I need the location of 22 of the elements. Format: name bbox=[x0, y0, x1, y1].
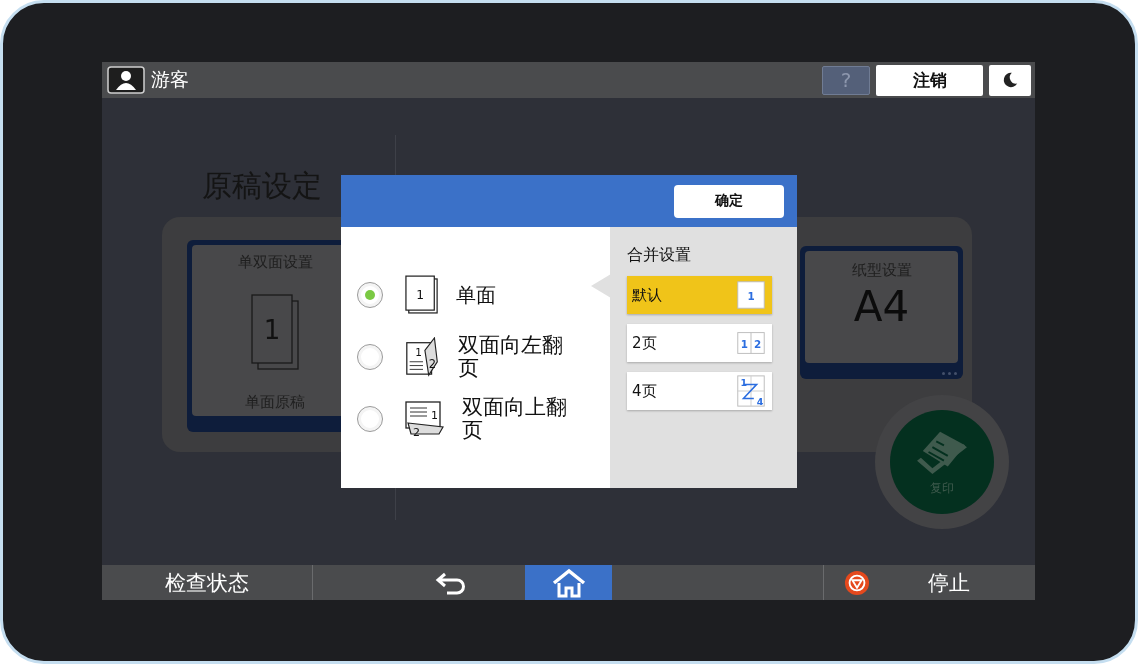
radio-button[interactable] bbox=[357, 406, 383, 432]
home-icon bbox=[551, 567, 586, 598]
card-value: A4 bbox=[853, 282, 910, 331]
moon-button[interactable] bbox=[989, 64, 1031, 96]
more-icon bbox=[942, 372, 957, 375]
merge-option[interactable]: 2页 1 2 bbox=[627, 324, 772, 362]
option-label: 单面 bbox=[456, 284, 496, 306]
confirm-button[interactable]: 确定 bbox=[674, 184, 784, 218]
user-name: 游客 bbox=[151, 67, 189, 92]
user-icon[interactable] bbox=[107, 66, 145, 94]
radio-button[interactable] bbox=[357, 344, 383, 370]
single-page-icon: 1 bbox=[405, 275, 439, 315]
logout-button[interactable]: 注销 bbox=[876, 64, 983, 96]
option-label: 双面向左翻页 bbox=[458, 333, 564, 381]
stop-icon bbox=[844, 569, 870, 596]
merge-option[interactable]: 默认 1 bbox=[627, 276, 772, 314]
option-label: 双面向上翻页 bbox=[462, 395, 568, 443]
radio-button[interactable] bbox=[357, 282, 383, 308]
moon-icon bbox=[1001, 71, 1019, 89]
page-layout-icon: 1 bbox=[734, 278, 768, 312]
home-button[interactable] bbox=[525, 565, 612, 600]
merge-title: 合并设置 bbox=[627, 245, 692, 266]
